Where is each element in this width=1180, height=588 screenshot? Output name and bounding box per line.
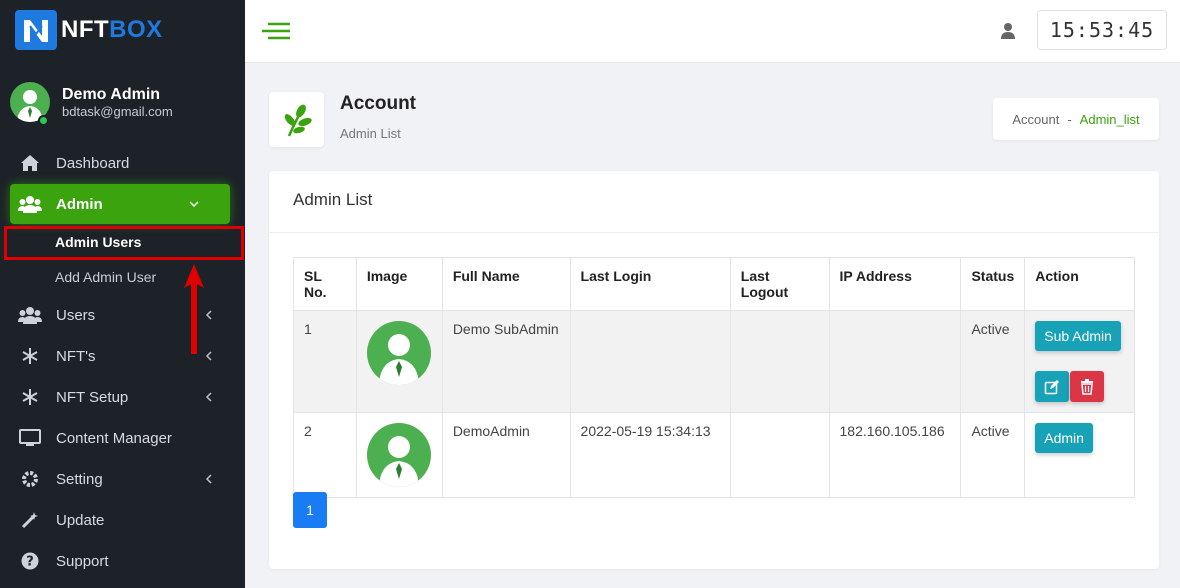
question-icon: ? bbox=[18, 551, 42, 571]
avatar bbox=[366, 321, 431, 385]
column-header: Full Name bbox=[441, 257, 571, 311]
delete-button[interactable] bbox=[1070, 371, 1105, 402]
sidebar-item-label: NFT's bbox=[56, 347, 96, 365]
user-icon[interactable] bbox=[1000, 22, 1016, 45]
sidebar-item-dashboard[interactable]: Dashboard bbox=[0, 143, 245, 183]
trash-icon bbox=[1081, 378, 1094, 395]
column-header: Status bbox=[960, 257, 1026, 311]
sidebar-item-nfts[interactable]: NFT's bbox=[0, 336, 245, 376]
highlight-annotation-box bbox=[4, 226, 244, 260]
profile-name: Demo Admin bbox=[62, 85, 161, 103]
page-title: Account bbox=[340, 93, 416, 114]
avatar bbox=[366, 423, 431, 487]
breadcrumb: Account - Admin_list bbox=[993, 98, 1159, 140]
cell-last-login bbox=[569, 310, 731, 413]
users-icon bbox=[18, 305, 42, 325]
sidebar-item-setting[interactable]: Setting bbox=[0, 459, 245, 499]
sidebar-item-label: Users bbox=[56, 306, 96, 324]
column-header: IP Address bbox=[828, 257, 962, 311]
role-button[interactable]: Sub Admin bbox=[1035, 321, 1121, 351]
svg-text:?: ? bbox=[26, 555, 34, 570]
profile-email: bdtask@gmail.com bbox=[62, 103, 173, 119]
breadcrumb-current: Admin_list bbox=[1079, 111, 1140, 127]
cell-last-logout bbox=[729, 310, 830, 413]
cell-action: Sub Admin bbox=[1024, 310, 1135, 413]
cell-image bbox=[355, 310, 443, 413]
cell-full-name: Demo SubAdmin bbox=[441, 310, 571, 413]
column-header: Last Logout bbox=[729, 257, 830, 311]
column-header: Last Login bbox=[569, 257, 731, 311]
brand-logo[interactable]: NFTBOX bbox=[15, 10, 163, 50]
sidebar-item-admin[interactable]: Admin bbox=[10, 184, 230, 224]
cell-full-name: DemoAdmin bbox=[441, 412, 571, 498]
leaf-icon bbox=[269, 92, 324, 147]
pagination-page-1[interactable]: 1 bbox=[293, 492, 327, 528]
sidebar-item-label: Update bbox=[56, 511, 105, 529]
snowflake-icon bbox=[18, 387, 42, 407]
online-status-dot bbox=[38, 115, 49, 126]
users-icon bbox=[18, 194, 42, 214]
brand-name: NFTBOX bbox=[61, 16, 163, 43]
user-profile[interactable]: Demo Admin bdtask@gmail.com bbox=[10, 82, 173, 122]
cell-sl: 2 bbox=[293, 412, 357, 498]
menu-toggle-icon[interactable] bbox=[262, 21, 292, 46]
sidebar-item-label: Setting bbox=[56, 470, 103, 488]
sidebar-item-label: Admin bbox=[56, 195, 103, 213]
cell-action: Admin bbox=[1024, 412, 1135, 498]
role-button[interactable]: Admin bbox=[1035, 423, 1093, 453]
logo-mark-icon bbox=[15, 10, 57, 50]
monitor-icon bbox=[18, 428, 42, 448]
edit-icon bbox=[1044, 379, 1060, 394]
sidebar-item-label: Support bbox=[56, 552, 109, 570]
sidebar-item-update[interactable]: Update bbox=[0, 500, 245, 540]
edit-button[interactable] bbox=[1035, 371, 1070, 402]
sidebar: NFTBOX Demo Admin bdtask@gmail.com Dashb… bbox=[0, 0, 245, 588]
sidebar-item-support[interactable]: ? Support bbox=[0, 541, 245, 581]
gear-icon bbox=[18, 469, 42, 489]
sidebar-item-users[interactable]: Users bbox=[0, 295, 245, 335]
sidebar-item-label: NFT Setup bbox=[56, 388, 129, 406]
topbar: 15:53:45 bbox=[245, 0, 1180, 63]
admin-table: SL No. Image Full Name Last Login Last L… bbox=[293, 257, 1135, 498]
column-header: Action bbox=[1024, 257, 1135, 311]
cell-ip bbox=[828, 310, 962, 413]
sidebar-item-label: Content Manager bbox=[56, 429, 172, 447]
column-header: SL No. bbox=[293, 257, 357, 311]
snowflake-icon bbox=[18, 346, 42, 366]
digital-clock: 15:53:45 bbox=[1037, 10, 1167, 50]
table-row: 2 DemoAdmin 2022-05-19 15:34:13 182.160.… bbox=[293, 412, 1135, 498]
column-header: Image bbox=[355, 257, 443, 311]
cell-last-login: 2022-05-19 15:34:13 bbox=[569, 412, 731, 498]
divider bbox=[269, 232, 1159, 233]
sidebar-item-content-manager[interactable]: Content Manager bbox=[0, 418, 245, 458]
cell-image bbox=[355, 412, 443, 498]
admin-list-card: Admin List SL No. Image Full Name Last L… bbox=[269, 171, 1159, 569]
home-icon bbox=[18, 153, 42, 173]
card-title: Admin List bbox=[293, 190, 373, 209]
sidebar-item-nft-setup[interactable]: NFT Setup bbox=[0, 377, 245, 417]
table-row: 1 Demo SubAdmin Active Sub Admin bbox=[293, 310, 1135, 413]
breadcrumb-separator: - bbox=[1067, 111, 1072, 127]
chevron-left-icon bbox=[203, 472, 215, 489]
magic-wand-icon bbox=[18, 510, 42, 530]
page-subtitle: Admin List bbox=[340, 126, 401, 141]
breadcrumb-parent[interactable]: Account bbox=[1012, 112, 1059, 127]
cell-status: Active bbox=[960, 412, 1026, 498]
arrow-up-icon bbox=[182, 262, 206, 361]
cell-sl: 1 bbox=[293, 310, 357, 413]
submenu-item-add-admin-user[interactable]: Add Admin User bbox=[55, 269, 156, 285]
cell-last-logout bbox=[729, 412, 830, 498]
cell-ip: 182.160.105.186 bbox=[828, 412, 962, 498]
sidebar-item-label: Dashboard bbox=[56, 154, 130, 172]
table-header-row: SL No. Image Full Name Last Login Last L… bbox=[293, 257, 1135, 311]
chevron-left-icon bbox=[203, 390, 215, 407]
cell-status: Active bbox=[960, 310, 1026, 413]
chevron-down-icon bbox=[188, 197, 200, 214]
